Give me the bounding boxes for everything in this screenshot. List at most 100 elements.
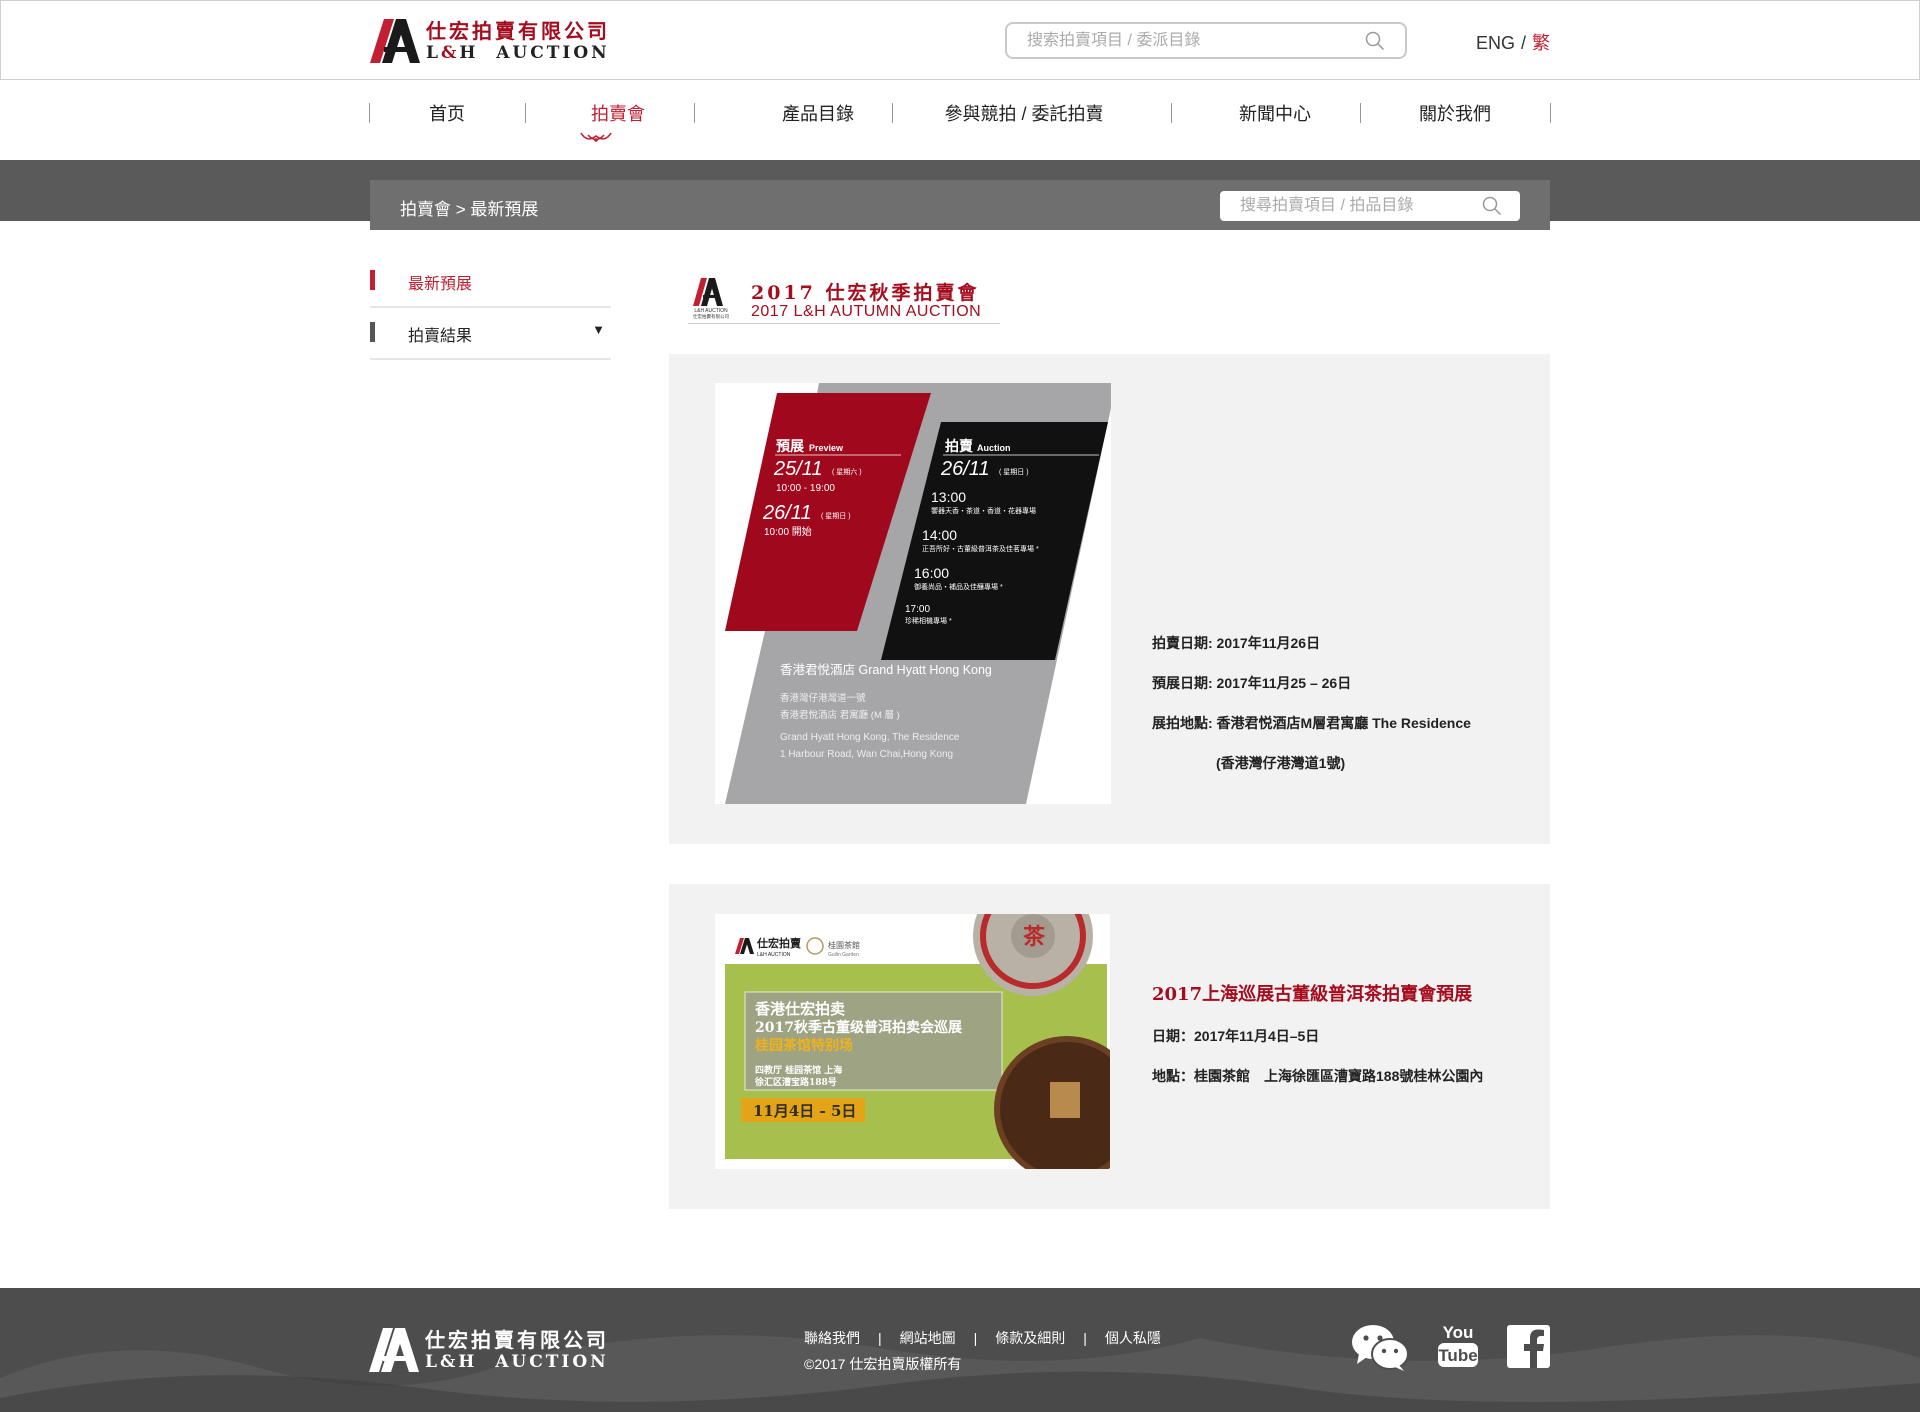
facebook-icon[interactable] bbox=[1507, 1325, 1550, 1368]
poster-session-time: 17:00 bbox=[905, 604, 930, 615]
preview-date: 預展日期: 2017年11月25 – 26日 bbox=[1152, 675, 1352, 691]
tour-brand-en: L&H AUCTION bbox=[757, 952, 791, 958]
nav-divider bbox=[694, 103, 695, 123]
section-logo-sub-en: L&H AUCTION bbox=[694, 308, 728, 314]
nav-item-catalog[interactable]: 產品目錄 bbox=[714, 100, 922, 126]
sidebar-marker bbox=[370, 322, 375, 342]
nav-divider bbox=[1360, 103, 1361, 123]
poster-session-desc: 珍稀相機專場 * bbox=[905, 616, 952, 625]
sidebar-active-marker bbox=[370, 270, 375, 290]
nav-divider bbox=[892, 103, 893, 123]
tour-title[interactable]: 2017上海巡展古董級普洱茶拍賣會預展 bbox=[1152, 980, 1472, 1006]
brand-name-cn: 仕宏拍賣有限公司 bbox=[426, 18, 610, 43]
tour-line2: 2017秋季古董级普洱拍卖会巡展 bbox=[755, 1019, 962, 1036]
poster-session-time: 14:00 bbox=[922, 527, 957, 543]
auction-poster[interactable]: 預展 Preview 25/11 ( 星期六 ) 10:00 - 19:00 2… bbox=[715, 383, 1111, 804]
youtube-you: You bbox=[1443, 1323, 1474, 1342]
breadcrumb-bar: 拍賣會 > 最新預展 bbox=[370, 180, 1550, 230]
site-footer: 仕宏拍賣有限公司 L&H AUCTION 聯絡我們 | 網站地圖 | 條款及細則 | 個人私… bbox=[0, 1288, 1920, 1412]
poster-preview-label-en: Preview bbox=[809, 443, 844, 453]
footer-link-divider: | bbox=[1083, 1330, 1087, 1346]
poster-session-desc: 正吾所好・古董級普洱茶及佳茗專場 * bbox=[922, 544, 1039, 553]
poster-venue-title: 香港君悅酒店 Grand Hyatt Hong Kong bbox=[780, 663, 992, 677]
poster-session-time: 16:00 bbox=[914, 565, 949, 581]
poster-preview-date2: 26/11 bbox=[762, 502, 812, 524]
wechat-icon[interactable] bbox=[1351, 1324, 1409, 1372]
auction-card: 仕宏拍賣 L&H AUCTION 桂園茶館 Guilin Garden 茶 香港… bbox=[669, 884, 1550, 1209]
catalog-search-input[interactable] bbox=[1220, 191, 1470, 221]
auction-card: 預展 Preview 25/11 ( 星期六 ) 10:00 - 19:00 2… bbox=[669, 354, 1550, 844]
poster-preview-label: 預展 bbox=[776, 438, 804, 454]
tour-brand: 仕宏拍賣 bbox=[756, 936, 802, 950]
footer-logo[interactable]: 仕宏拍賣有限公司 L&H AUCTION bbox=[369, 1328, 609, 1372]
tour-place1: 四教厅 桂园茶馆 上海 bbox=[755, 1064, 842, 1076]
poster-session-desc: 饗器天香・茶道・香道・花器專場 bbox=[931, 506, 1036, 515]
tour-dates: 11月4日 - 5日 bbox=[753, 1102, 856, 1120]
footer-brand-cn: 仕宏拍賣有限公司 bbox=[425, 1327, 609, 1352]
sidebar-item-label: 拍賣結果 bbox=[408, 328, 473, 345]
nav-ornament-icon bbox=[580, 132, 612, 142]
poster-venue-cn1: 香港灣仔港灣道一號 bbox=[780, 692, 866, 704]
poster-preview-day2: ( 星期日 ) bbox=[821, 512, 851, 520]
nav-divider bbox=[525, 103, 526, 123]
copyright: ©2017 仕宏拍賣版權所有 bbox=[804, 1356, 962, 1372]
poster-session-time: 13:00 bbox=[931, 489, 966, 505]
poster-venue-cn2: 香港君悅酒店 君寓廳 (M 層 ) bbox=[780, 709, 900, 721]
language-switcher: ENG / 繁 bbox=[1476, 29, 1550, 55]
tour-place2: 徐汇区漕宝路188号 bbox=[754, 1076, 837, 1088]
catalog-search bbox=[1220, 191, 1520, 221]
breadcrumb[interactable]: 拍賣會 > 最新預展 bbox=[400, 195, 538, 220]
tour-date: 日期：2017年11月4日–5日 bbox=[1152, 1028, 1320, 1044]
section-logo-sub-cn: 仕宏拍賣有限公司 bbox=[693, 313, 729, 320]
nav-item-bidding[interactable]: 參與競拍 / 委託拍賣 bbox=[912, 100, 1136, 126]
auction-venue: 展拍地點: 香港君悦酒店M層君寓廳 The Residence bbox=[1152, 715, 1471, 731]
tour-poster[interactable]: 仕宏拍賣 L&H AUCTION 桂園茶館 Guilin Garden 茶 香港… bbox=[715, 914, 1110, 1169]
top-header: 仕宏拍賣有限公司 L&H AUCTION ENG /繁 bbox=[0, 0, 1920, 80]
sidebar-item-latest-preview[interactable]: 最新預展 bbox=[370, 256, 611, 308]
brand-logo[interactable]: 仕宏拍賣有限公司 L&H AUCTION bbox=[370, 19, 610, 63]
poster-auction-label-en: Auction bbox=[977, 443, 1011, 453]
poster-preview-date1: 25/11 bbox=[773, 458, 823, 480]
footer-landscape-bg bbox=[0, 1335, 1920, 1412]
search-icon[interactable] bbox=[1365, 31, 1385, 51]
nav-item-about[interactable]: 關於我們 bbox=[1380, 100, 1530, 126]
lang-trad-link[interactable]: 繁 bbox=[1532, 33, 1550, 53]
poster-venue-en2: 1 Harbour Road, Wan Chai,Hong Kong bbox=[780, 749, 953, 760]
youtube-icon[interactable]: You Tube bbox=[1437, 1321, 1479, 1369]
poster-preview-day1: ( 星期六 ) bbox=[832, 467, 862, 476]
lang-eng-link[interactable]: ENG bbox=[1476, 33, 1515, 53]
nav-divider bbox=[1550, 103, 1551, 123]
footer-link-privacy[interactable]: 個人私隱 bbox=[1105, 1330, 1161, 1346]
search-icon[interactable] bbox=[1482, 196, 1502, 216]
footer-link-terms[interactable]: 條款及細則 bbox=[995, 1330, 1065, 1346]
poster-auction-day: ( 星期日 ) bbox=[999, 468, 1029, 476]
auction-address: (香港灣仔港灣道1號) bbox=[1216, 755, 1346, 771]
tour-line3: 桂园茶馆特别场 bbox=[754, 1037, 853, 1054]
nav-item-home[interactable]: 首页 bbox=[389, 100, 505, 126]
sidebar-item-auction-results[interactable]: 拍賣結果 ▼ bbox=[370, 308, 611, 360]
nav-item-auctions[interactable]: 拍賣會 bbox=[545, 100, 691, 126]
header-search-input[interactable] bbox=[1007, 24, 1347, 57]
poster-session-desc: 御養尚品・補品及佳釀專場 * bbox=[914, 582, 1003, 591]
nav-divider bbox=[369, 103, 370, 123]
svg-text:茶: 茶 bbox=[1023, 924, 1046, 950]
section-logo-icon: L&H AUCTION 仕宏拍賣有限公司 bbox=[693, 278, 729, 320]
footer-brand-en: L&H AUCTION bbox=[425, 1351, 609, 1372]
chevron-down-icon[interactable]: ▼ bbox=[592, 322, 605, 337]
poster-preview-time2: 10:00 開始 bbox=[764, 525, 812, 538]
poster-auction-date: 26/11 bbox=[940, 458, 990, 480]
main-nav: 首页 拍賣會 產品目錄 參與競拍 / 委託拍賣 新聞中心 關於我們 bbox=[369, 100, 1551, 150]
logo-mark-icon bbox=[370, 19, 420, 63]
footer-link-sitemap[interactable]: 網站地圖 bbox=[900, 1330, 956, 1346]
poster-auction-label: 拍賣 bbox=[945, 438, 974, 454]
nav-item-news[interactable]: 新聞中心 bbox=[1191, 100, 1359, 126]
lang-separator: / bbox=[1521, 33, 1527, 53]
tour-partner-en: Guilin Garden bbox=[828, 952, 859, 958]
sidebar-item-label: 最新預展 bbox=[408, 276, 473, 293]
footer-link-contact[interactable]: 聯絡我們 bbox=[804, 1330, 860, 1346]
nav-divider bbox=[1171, 103, 1172, 123]
poster-venue-en1: Grand Hyatt Hong Kong, The Residence bbox=[780, 732, 960, 743]
section-divider bbox=[688, 323, 1000, 324]
brand-name-en: L&H AUCTION bbox=[426, 42, 610, 63]
header-search bbox=[1005, 22, 1407, 59]
